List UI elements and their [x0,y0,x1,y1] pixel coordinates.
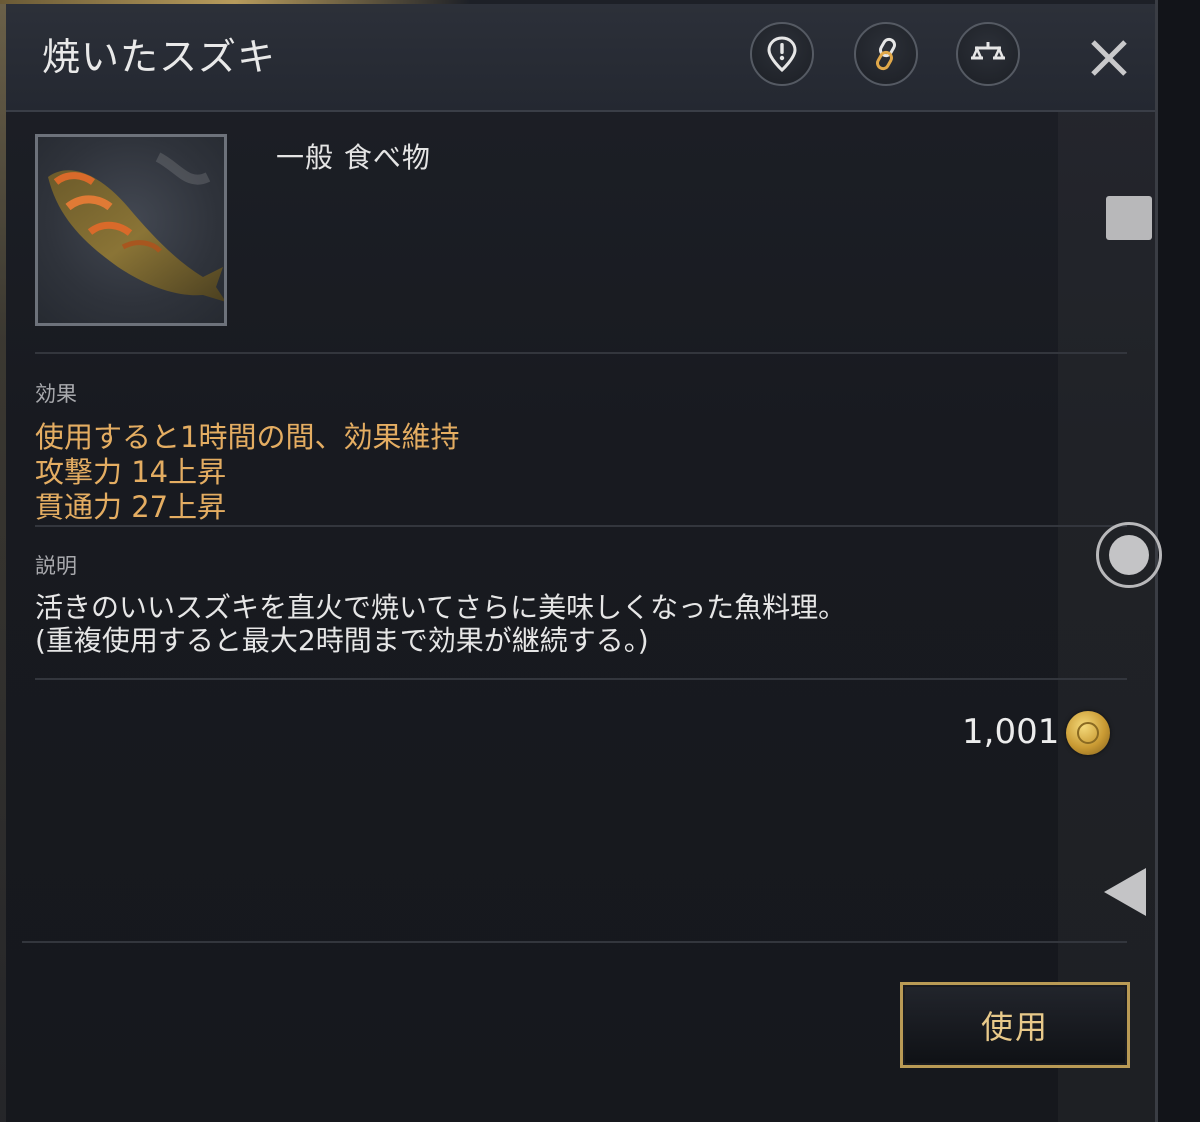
description-line-2: (重複使用すると最大2時間まで効果が継続する。) [35,624,649,657]
use-button[interactable]: 使用 [900,982,1130,1068]
effect-line-penetration: 貫通力 27上昇 [35,490,227,524]
effect-label: 効果 [35,382,77,406]
grilled-fish-icon [48,152,224,302]
alert-pin-icon [767,36,797,73]
divider-bottom [22,941,1127,943]
item-detail-panel: 焼いたスズキ 一般 食べ物 効果 使用すると1時間の間、効果維持 攻撃力 14上… [0,0,1158,1122]
panel-header: 焼いたスズキ [6,4,1155,112]
link-icon [876,37,896,71]
scale-icon [971,42,1005,60]
compare-button[interactable] [956,22,1020,86]
price-value: 1,001 [962,712,1060,752]
close-icon [1091,40,1127,76]
item-title: 焼いたスズキ [42,35,277,79]
item-image [35,134,227,326]
divider-top [35,352,1127,354]
gold-coin-icon [1066,711,1110,755]
home-icon[interactable] [1096,522,1162,588]
item-category: 一般 食べ物 [276,141,431,174]
close-button[interactable] [1064,4,1154,112]
link-button[interactable] [854,22,918,86]
back-icon[interactable] [1104,868,1146,916]
divider-lower [35,678,1127,680]
panel-left-edge [0,0,6,1122]
recent-apps-icon[interactable] [1106,196,1152,240]
description-label: 説明 [35,554,77,578]
report-button[interactable] [750,22,814,86]
side-shade [1058,112,1155,1122]
divider-middle [35,525,1127,527]
